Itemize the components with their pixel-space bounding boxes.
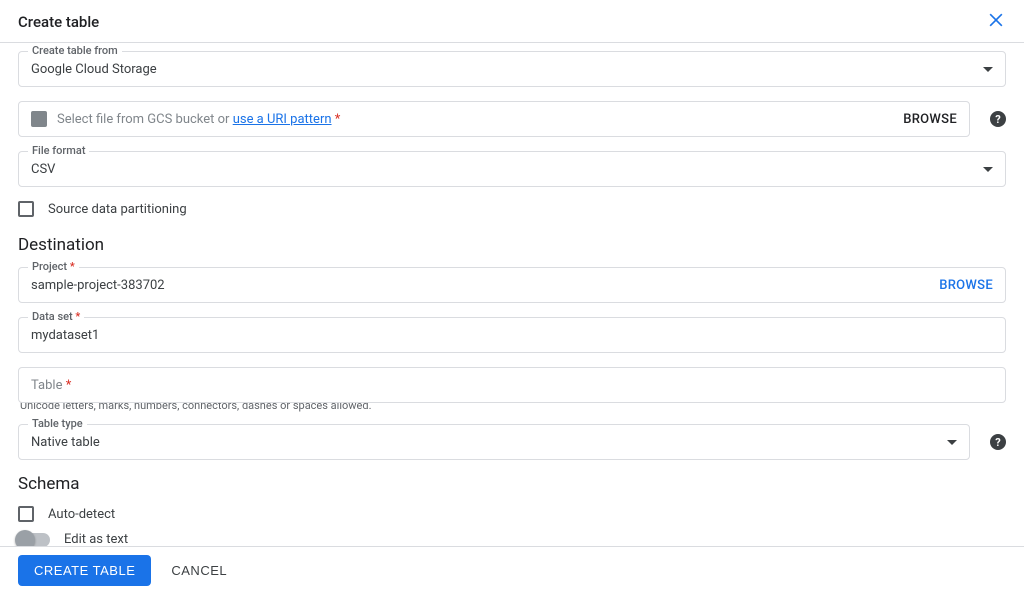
- destination-title: Destination: [18, 235, 1006, 255]
- browse-project-button[interactable]: BROWSE: [939, 278, 993, 293]
- table-type-field[interactable]: Table type Native table: [18, 424, 970, 460]
- uri-pattern-link[interactable]: use a URI pattern: [233, 112, 332, 127]
- autodetect-label: Auto-detect: [48, 507, 115, 522]
- table-type-value: Native table: [31, 435, 939, 450]
- gcs-file-placeholder: Select file from GCS bucket or use a URI…: [57, 112, 887, 127]
- source-partitioning-label: Source data partitioning: [48, 202, 187, 217]
- gcs-file-input[interactable]: Select file from GCS bucket or use a URI…: [18, 101, 970, 137]
- chevron-down-icon: [983, 67, 993, 72]
- autodetect-row: Auto-detect: [18, 506, 1006, 522]
- chevron-down-icon: [947, 440, 957, 445]
- help-icon[interactable]: ?: [990, 434, 1006, 450]
- file-icon: [31, 111, 47, 127]
- edit-as-text-toggle[interactable]: [18, 533, 50, 547]
- create-table-from-label: Create table from: [28, 44, 122, 57]
- edit-as-text-label: Edit as text: [64, 532, 128, 547]
- project-field[interactable]: Project * sample-project-383702 BROWSE: [18, 267, 1006, 303]
- table-placeholder: Table *: [31, 378, 993, 393]
- file-format-field[interactable]: File format CSV: [18, 151, 1006, 187]
- dataset-field[interactable]: Data set * mydataset1: [18, 317, 1006, 353]
- file-format-value: CSV: [31, 162, 975, 177]
- close-icon[interactable]: [986, 10, 1006, 34]
- create-table-from-value: Google Cloud Storage: [31, 62, 975, 77]
- dataset-value: mydataset1: [31, 328, 993, 343]
- project-label: Project *: [28, 260, 79, 273]
- table-type-label: Table type: [28, 417, 87, 430]
- project-value: sample-project-383702: [31, 278, 923, 293]
- schema-title: Schema: [18, 474, 1006, 494]
- source-partitioning-checkbox[interactable]: [18, 201, 34, 217]
- edit-as-text-row: Edit as text: [18, 532, 1006, 547]
- dialog-title: Create table: [18, 13, 99, 31]
- create-table-button[interactable]: CREATE TABLE: [18, 555, 151, 586]
- cancel-button[interactable]: CANCEL: [171, 563, 227, 578]
- chevron-down-icon: [983, 167, 993, 172]
- table-field[interactable]: Table *: [18, 367, 1006, 403]
- dialog-footer: CREATE TABLE CANCEL: [0, 546, 1024, 594]
- dataset-label: Data set *: [28, 310, 84, 323]
- browse-gcs-button[interactable]: BROWSE: [903, 112, 957, 127]
- source-partitioning-row: Source data partitioning: [18, 201, 1006, 217]
- dialog-header: Create table: [0, 0, 1024, 43]
- file-format-label: File format: [28, 144, 89, 157]
- help-icon[interactable]: ?: [990, 111, 1006, 127]
- dialog-content: Create table from Google Cloud Storage S…: [0, 43, 1024, 558]
- autodetect-checkbox[interactable]: [18, 506, 34, 522]
- create-table-from-field[interactable]: Create table from Google Cloud Storage: [18, 51, 1006, 87]
